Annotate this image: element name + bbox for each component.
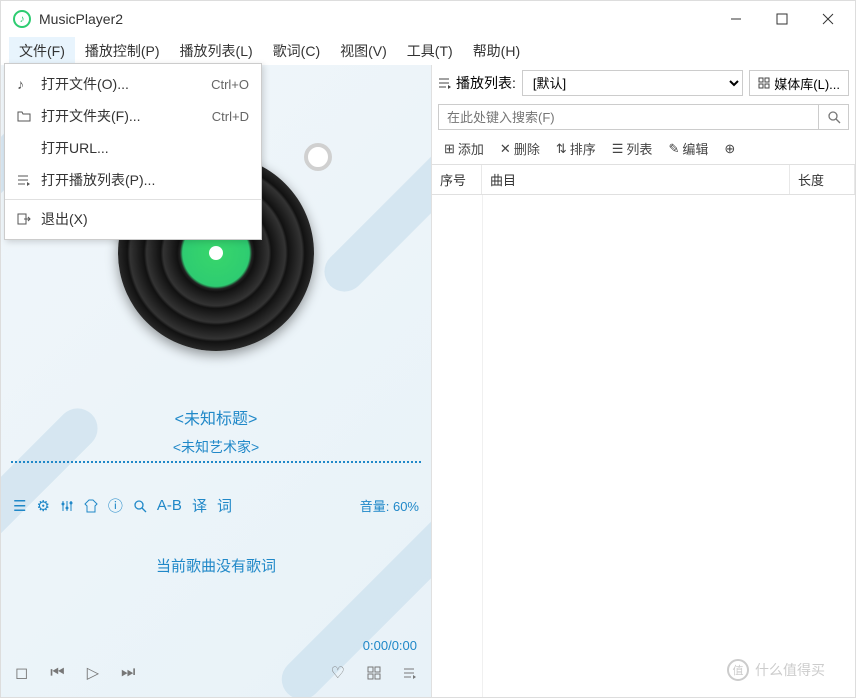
grid-icon: [758, 77, 770, 89]
minimize-button[interactable]: [713, 2, 759, 36]
lyric-button[interactable]: 词: [217, 495, 232, 516]
time-display: 0:00/0:00: [363, 638, 417, 653]
open-playlist-item[interactable]: 打开播放列表(P)...: [5, 164, 261, 196]
translate-button[interactable]: 译: [192, 495, 207, 516]
open-url-item[interactable]: 打开URL...: [5, 132, 261, 164]
file-dropdown: ♪ 打开文件(O)... Ctrl+O 打开文件夹(F)... Ctrl+D 打…: [4, 63, 262, 240]
watermark-icon: 值: [727, 659, 749, 681]
exit-item[interactable]: 退出(X): [5, 203, 261, 235]
column-length[interactable]: 长度: [790, 165, 855, 194]
close-button[interactable]: [805, 2, 851, 36]
plus-icon: ⊞: [444, 141, 455, 157]
search-input[interactable]: [438, 104, 819, 130]
app-icon: ♪: [13, 10, 31, 28]
play-button[interactable]: ▷: [87, 663, 99, 683]
menu-playlist[interactable]: 播放列表(L): [170, 37, 263, 65]
gear-icon[interactable]: ⚙: [36, 497, 49, 515]
menu-file[interactable]: 文件(F): [9, 37, 75, 65]
target-icon: ⊕: [724, 141, 735, 157]
progress-bar[interactable]: [11, 461, 421, 463]
list-icon: [17, 173, 41, 187]
menu-view[interactable]: 视图(V): [330, 37, 397, 65]
volume-label[interactable]: 音量: 60%: [360, 496, 419, 515]
playlist-header-label: 播放列表:: [438, 73, 516, 93]
open-file-item[interactable]: ♪ 打开文件(O)... Ctrl+O: [5, 68, 261, 100]
playlist-toggle-icon[interactable]: [403, 666, 417, 680]
playlist-select[interactable]: [默认]: [522, 70, 743, 96]
watermark: 值 什么值得买: [727, 659, 825, 681]
list-icon: [438, 76, 452, 90]
column-index[interactable]: 序号: [432, 165, 482, 194]
equalizer-icon[interactable]: [60, 499, 74, 513]
edit-button[interactable]: ✎编辑: [662, 137, 714, 160]
lyrics-display: 当前歌曲没有歌词: [1, 555, 431, 576]
list-icon: ☰: [612, 141, 624, 157]
menu-icon[interactable]: ☰: [13, 497, 26, 515]
menubar: 文件(F) 播放控制(P) 播放列表(L) 歌词(C) 视图(V) 工具(T) …: [1, 37, 855, 65]
separator: [5, 199, 261, 200]
list-button[interactable]: ☰列表: [606, 137, 659, 160]
track-artist: <未知艺术家>: [1, 437, 431, 457]
info-icon[interactable]: ⓘ: [108, 495, 123, 516]
maximize-button[interactable]: [759, 2, 805, 36]
media-library-button[interactable]: 媒体库(L)...: [749, 70, 849, 96]
note-icon: ♪: [17, 76, 41, 92]
player-toolbar: ☰ ⚙ ⓘ A-B 译 词 音量: 60%: [1, 495, 431, 516]
ab-repeat-button[interactable]: A-B: [157, 497, 182, 514]
search-icon[interactable]: [133, 499, 147, 513]
add-button[interactable]: ⊞添加: [438, 137, 490, 160]
exit-icon: [17, 212, 41, 226]
search-button[interactable]: [819, 104, 849, 130]
menu-help[interactable]: 帮助(H): [463, 37, 530, 65]
open-folder-item[interactable]: 打开文件夹(F)... Ctrl+D: [5, 100, 261, 132]
shirt-icon[interactable]: [84, 499, 98, 513]
track-title: <未知标题>: [1, 405, 431, 429]
playlist-panel: 播放列表: [默认] 媒体库(L)... ⊞添加 ✕删除 ⇅排序 ☰列表 ✎编辑…: [431, 65, 855, 697]
menu-tools[interactable]: 工具(T): [397, 37, 463, 65]
table-header: 序号 曲目 长度: [432, 165, 855, 195]
delete-button[interactable]: ✕删除: [494, 137, 546, 160]
pencil-icon: ✎: [668, 141, 679, 157]
x-icon: ✕: [500, 141, 511, 157]
playlist-toolbar: ⊞添加 ✕删除 ⇅排序 ☰列表 ✎编辑 ⊕: [432, 133, 855, 165]
previous-button[interactable]: ⏮: [50, 664, 64, 682]
menu-playback-control[interactable]: 播放控制(P): [75, 37, 170, 65]
column-title[interactable]: 曲目: [482, 165, 790, 194]
sort-button[interactable]: ⇅排序: [550, 137, 602, 160]
playlist-table-body: 值 什么值得买: [432, 195, 855, 697]
grid-icon[interactable]: [367, 666, 381, 680]
sort-icon: ⇅: [556, 141, 567, 157]
stop-button[interactable]: ◻: [15, 663, 28, 683]
menu-lyrics[interactable]: 歌词(C): [263, 37, 330, 65]
next-button[interactable]: ⏭: [121, 664, 135, 682]
app-title: MusicPlayer2: [39, 11, 713, 27]
folder-icon: [17, 109, 41, 123]
locate-button[interactable]: ⊕: [718, 139, 741, 159]
stylus-icon: [304, 143, 332, 171]
titlebar: ♪ MusicPlayer2: [1, 1, 855, 37]
favorite-button[interactable]: ♡: [331, 663, 345, 683]
playback-controls: ◻ ⏮ ▷ ⏭ ♡: [1, 657, 431, 689]
